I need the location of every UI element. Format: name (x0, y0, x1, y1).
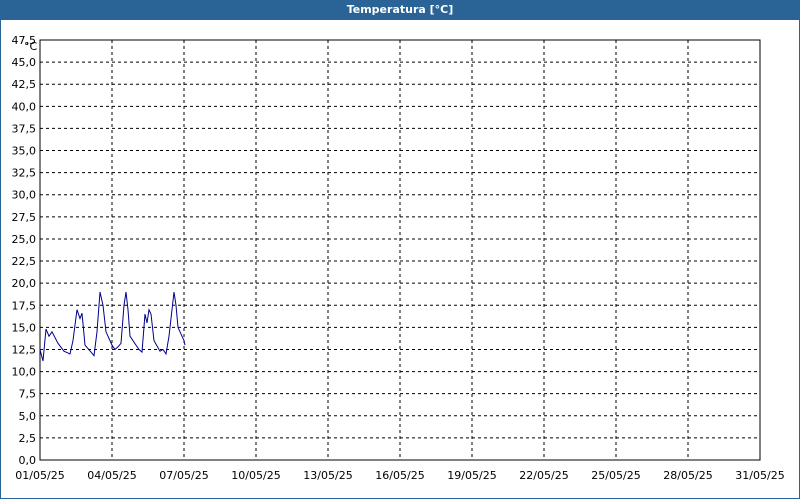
y-tick-label: 2,5 (19, 432, 37, 445)
y-tick-label: 17,5 (12, 299, 37, 312)
y-axis-ticks: 0,0 2,5 5,0 7,5 10,0 12,5 15,0 17,5 20,0 22,5 25,0… (12, 34, 37, 467)
y-tick-label: 0,0 (19, 454, 37, 467)
y-tick-label: 35,0 (12, 145, 37, 158)
x-tick-label: 10/05/25 (231, 469, 280, 482)
grid-lines (39, 39, 761, 461)
y-tick-label: 10,0 (12, 366, 37, 379)
x-tick-label: 13/05/25 (303, 469, 352, 482)
y-tick-label: 40,0 (12, 100, 37, 113)
x-tick-label: 28/05/25 (663, 469, 712, 482)
y-axis-unit-label: °C (24, 40, 38, 53)
y-tick-label: 37,5 (12, 122, 37, 135)
x-tick-label: 07/05/25 (159, 469, 208, 482)
y-tick-label: 7,5 (19, 388, 37, 401)
x-tick-label: 04/05/25 (87, 469, 136, 482)
y-tick-label: 5,0 (19, 410, 37, 423)
x-tick-label: 22/05/25 (519, 469, 568, 482)
y-tick-label: 42,5 (12, 78, 37, 91)
x-tick-label: 25/05/25 (591, 469, 640, 482)
series-line (39, 291, 186, 362)
y-tick-label: 45,0 (12, 56, 37, 69)
y-tick-label: 22,5 (12, 255, 37, 268)
y-tick-label: 20,0 (12, 277, 37, 290)
y-tick-label: 25,0 (12, 233, 37, 246)
x-tick-label: 16/05/25 (375, 469, 424, 482)
y-tick-label: 32,5 (12, 167, 37, 180)
y-tick-label: 27,5 (12, 211, 37, 224)
y-tick-label: 15,0 (12, 321, 37, 334)
y-tick-label: 12,5 (12, 343, 37, 356)
temperature-chart: 0,0 2,5 5,0 7,5 10,0 12,5 15,0 17,5 20,0 22,5 25,0… (12, 34, 785, 482)
x-tick-label: 31/05/25 (735, 469, 784, 482)
x-tick-label: 01/05/25 (15, 469, 64, 482)
x-tick-label: 19/05/25 (447, 469, 496, 482)
y-tick-label: 30,0 (12, 189, 37, 202)
x-axis-ticks: 01/05/25 04/05/25 07/05/25 10/05/25 13/05/25… (15, 469, 784, 482)
